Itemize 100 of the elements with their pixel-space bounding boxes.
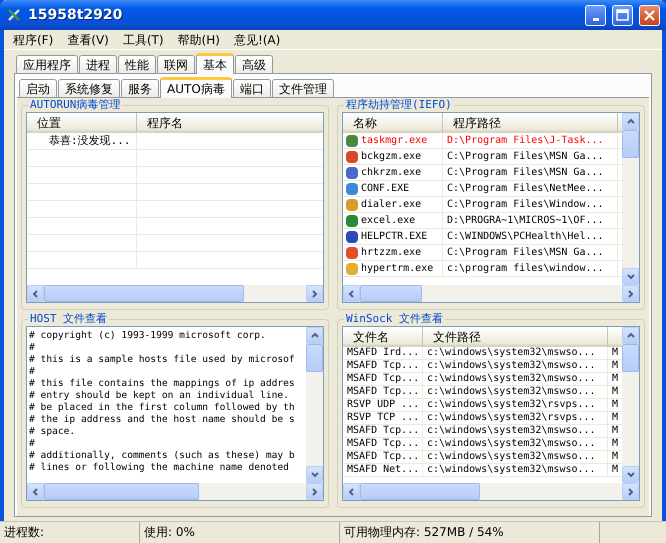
tab[interactable]: 启动 — [19, 79, 57, 97]
table-cell: c:\windows\system32\mswso... — [423, 347, 608, 359]
scrollbar-thumb[interactable] — [622, 130, 639, 158]
text-line: # copyright (c) 1993-1999 microsoft corp. — [29, 330, 267, 342]
scroll-left-button[interactable] — [343, 483, 360, 500]
chevron-up-icon — [626, 331, 636, 340]
status-text: 使用: 0% — [140, 522, 340, 543]
minimize-icon — [592, 18, 598, 20]
column-header[interactable]: 程序路径 — [443, 113, 618, 132]
text-line: # — [29, 342, 36, 354]
status-text: 进程数: — [0, 522, 140, 543]
group-title: 程序劫持管理(IEFO) — [345, 98, 453, 112]
horizontal-scrollbar[interactable] — [343, 285, 639, 302]
scrollbar-thumb[interactable] — [44, 483, 199, 500]
text-line: # entry should be kept on an individual line. — [29, 390, 290, 402]
text-line: # the ip address and the host name should be s — [29, 414, 296, 426]
horizontal-scrollbar[interactable] — [27, 483, 323, 500]
tab[interactable]: 联网 — [157, 55, 195, 73]
column-header[interactable]: 程序名 — [137, 113, 323, 132]
vertical-scrollbar[interactable] — [306, 327, 323, 483]
scrollbar-thumb[interactable] — [306, 344, 323, 372]
scroll-up-button[interactable] — [306, 327, 323, 344]
menu-item[interactable]: 意见!(A) — [228, 30, 286, 48]
menu-item[interactable]: 工具(T) — [118, 30, 169, 48]
tab[interactable]: 性能 — [118, 55, 156, 73]
table-cell: C:\WINDOWS\PCHealth\Hel... — [443, 229, 618, 244]
window-title: 15958t2920 — [28, 6, 124, 24]
table-cell: c:\windows\system32\mswso... — [423, 373, 608, 385]
tab[interactable]: 系统修复 — [58, 79, 120, 97]
menu-item[interactable]: 帮助(H) — [172, 30, 225, 48]
table-cell: C:\Program Files\MSN Ga... — [443, 165, 618, 180]
menu-item[interactable]: 查看(V) — [62, 30, 114, 48]
scroll-right-button[interactable] — [306, 285, 323, 302]
scroll-up-button[interactable] — [622, 327, 639, 344]
chevron-right-icon — [310, 486, 319, 496]
tab[interactable]: 应用程序 — [16, 55, 78, 73]
chevron-down-icon — [310, 470, 320, 479]
scrollbar-thumb[interactable] — [360, 483, 480, 500]
table-cell-text: hypertrm.exe — [361, 262, 434, 276]
table-cell: MSAFD Tcp... — [343, 438, 423, 450]
scroll-left-button[interactable] — [27, 483, 44, 500]
group-title: AUTORUN病毒管理 — [29, 98, 122, 112]
tab[interactable]: 端口 — [232, 79, 271, 97]
table-cell: C:\Program Files\NetMee... — [443, 181, 618, 196]
scroll-down-button[interactable] — [306, 466, 323, 483]
text-line: # — [29, 438, 36, 450]
table-cell: c:\windows\system32\mswso... — [423, 451, 608, 463]
maximize-button[interactable] — [612, 4, 633, 26]
table-cell: C:\Program Files\MSN Ga... — [443, 149, 618, 164]
menu-item[interactable]: 程序(F) — [8, 30, 58, 48]
tab[interactable]: 高级 — [235, 55, 273, 73]
minimize-button[interactable] — [585, 4, 606, 26]
column-header[interactable]: 文件路径 — [423, 327, 608, 346]
maximize-icon — [616, 9, 629, 21]
column-header[interactable]: 文件名 — [343, 327, 423, 346]
table-cell: RSVP UDP ... — [343, 399, 423, 411]
scroll-left-button[interactable] — [27, 285, 44, 302]
table-cell: C:\Program Files\Window... — [443, 197, 618, 212]
vertical-scrollbar[interactable] — [622, 113, 639, 285]
table-cell: c:\windows\system32\mswso... — [423, 386, 608, 398]
group-title: WinSock 文件查看 — [345, 312, 444, 326]
scroll-right-button[interactable] — [306, 483, 323, 500]
column-header[interactable]: 位置 — [27, 113, 137, 132]
horizontal-scrollbar[interactable] — [343, 483, 639, 500]
text-line: # — [29, 366, 36, 378]
table-cell: D:\Program Files\J-Task... — [443, 133, 618, 148]
scrollbar-thumb[interactable] — [622, 344, 639, 372]
chevron-left-icon — [31, 486, 40, 496]
scrollbar-thumb[interactable] — [44, 285, 244, 302]
tab[interactable]: AUTO病毒 — [160, 77, 232, 98]
chevron-right-icon — [626, 486, 635, 496]
table-cell: 恭喜:没发现... — [27, 133, 137, 149]
chevron-left-icon — [347, 288, 356, 298]
text-line: # be placed in the first column followed by th — [29, 402, 296, 414]
table-cell: c:\windows\system32\mswso... — [423, 438, 608, 450]
scroll-right-button[interactable] — [622, 483, 639, 500]
column-header[interactable]: 名称 — [343, 113, 443, 132]
scroll-up-button[interactable] — [622, 113, 639, 130]
tab[interactable]: 文件管理 — [272, 79, 334, 97]
chevron-up-icon — [310, 331, 320, 340]
tab[interactable]: 进程 — [79, 55, 117, 73]
tab[interactable]: 基本 — [196, 53, 234, 74]
table-cell: c:\windows\system32\rsvps... — [423, 412, 608, 424]
tab[interactable]: 服务 — [121, 79, 159, 97]
scroll-left-button[interactable] — [343, 285, 360, 302]
table-cell: MSAFD Tcp... — [343, 373, 423, 385]
scroll-down-button[interactable] — [622, 466, 639, 483]
group-title: HOST 文件查看 — [29, 312, 108, 326]
vertical-scrollbar[interactable] — [622, 327, 639, 483]
horizontal-scrollbar[interactable] — [27, 285, 323, 302]
table-cell: D:\PROGRA~1\MICROS~1\OF... — [443, 213, 618, 228]
scroll-right-button[interactable] — [622, 285, 639, 302]
table-cell-text: excel.exe — [361, 214, 416, 228]
chevron-left-icon — [31, 288, 40, 298]
scrollbar-thumb[interactable] — [360, 285, 422, 302]
close-button[interactable] — [639, 4, 660, 26]
close-icon — [643, 8, 656, 22]
table-cell: MSAFD Tcp... — [343, 425, 423, 437]
table-cell: MSAFD Tcp... — [343, 360, 423, 372]
scroll-down-button[interactable] — [622, 268, 639, 285]
